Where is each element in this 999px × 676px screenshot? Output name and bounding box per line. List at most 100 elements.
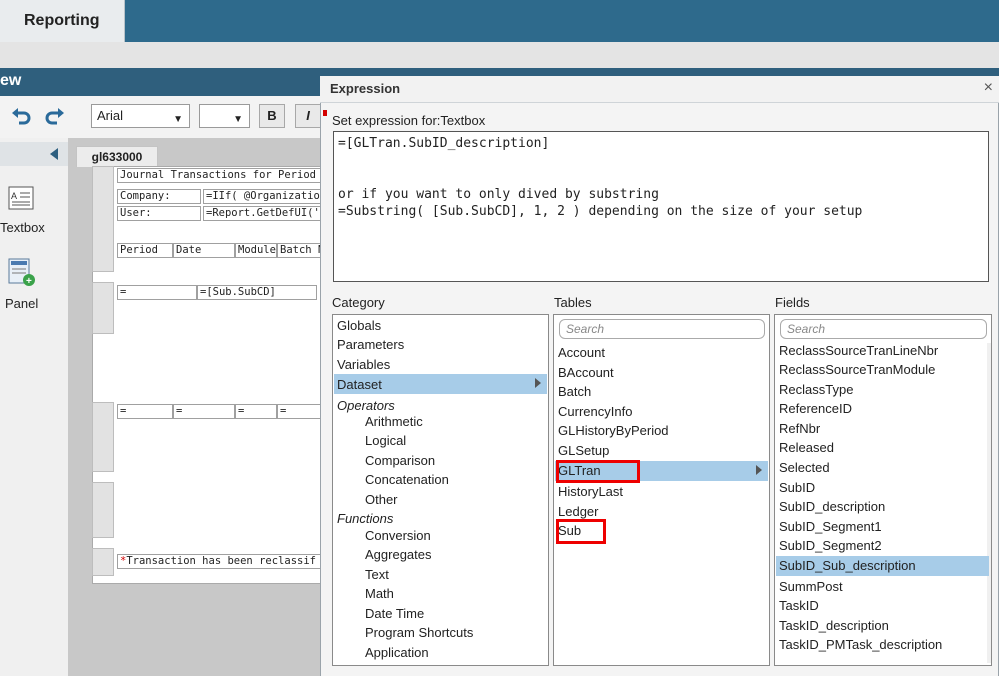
field-item[interactable]: RefNbr	[779, 421, 820, 436]
expression-label: Set expression for:Textbox	[332, 113, 486, 128]
toolbox-panel	[0, 138, 69, 676]
field-item[interactable]: TaskID_PMTask_description	[779, 637, 942, 652]
tables-search-input[interactable]: Search	[559, 319, 765, 339]
category-item-globals[interactable]: Globals	[337, 318, 381, 333]
sub-subcd-cell[interactable]: =[Sub.SubCD]	[197, 285, 317, 300]
column-header-period[interactable]: Period	[117, 243, 173, 258]
category-item-logical[interactable]: Logical	[365, 433, 406, 448]
dialog-title: Expression	[330, 81, 401, 96]
table-item[interactable]: GLSetup	[558, 443, 609, 458]
font-family-select[interactable]: Arial ▼	[91, 104, 190, 128]
tab-report-document[interactable]: gl633000	[76, 146, 158, 167]
category-item-dataset[interactable]: Dataset	[337, 377, 382, 392]
field-item[interactable]: ReclassType	[779, 382, 853, 397]
undo-icon[interactable]	[10, 106, 32, 128]
field-item[interactable]: ReclassSourceTranLineNbr	[779, 343, 938, 358]
category-item-date-time[interactable]: Date Time	[365, 606, 424, 621]
chevron-down-icon: ▼	[233, 114, 243, 125]
field-item[interactable]: Released	[779, 440, 834, 455]
category-item-text[interactable]: Text	[365, 567, 389, 582]
total-cell[interactable]: =	[173, 404, 235, 419]
field-item[interactable]: ReclassSourceTranModule	[779, 362, 935, 377]
report-footer-band[interactable]	[92, 482, 114, 538]
fields-search-input[interactable]: Search	[780, 319, 987, 339]
group-header-band[interactable]	[92, 282, 114, 334]
detail-cell[interactable]: =	[117, 285, 197, 300]
category-item-aggregates[interactable]: Aggregates	[365, 547, 432, 562]
company-label-cell[interactable]: Company:	[117, 189, 201, 204]
chevron-right-icon	[535, 378, 541, 388]
table-item[interactable]: BAccount	[558, 365, 614, 380]
bold-button[interactable]: B	[259, 104, 285, 128]
total-cell[interactable]: =	[117, 404, 173, 419]
field-item[interactable]: TaskID_description	[779, 618, 889, 633]
gltran-highlight-box	[556, 460, 640, 483]
page-header-band[interactable]	[92, 166, 114, 272]
field-item-selected[interactable]: SubID_Sub_description	[779, 558, 916, 573]
reclassified-note-text: Transaction has been reclassif	[126, 555, 316, 567]
field-item[interactable]: SubID_Segment1	[779, 519, 882, 534]
field-item[interactable]: TaskID	[779, 598, 819, 613]
category-label: Category	[332, 295, 385, 310]
category-item-comparison[interactable]: Comparison	[365, 453, 435, 468]
fields-list: Search ReclassSourceTranLineNbr ReclassS…	[774, 314, 992, 666]
table-item[interactable]: Batch	[558, 384, 591, 399]
tool-label: Textbox	[0, 220, 45, 235]
tables-label: Tables	[554, 295, 592, 310]
field-item[interactable]: ReferenceID	[779, 401, 852, 416]
panel-icon: +	[8, 258, 35, 287]
collapse-left-icon	[50, 148, 58, 160]
category-item-variables[interactable]: Variables	[337, 357, 390, 372]
field-item[interactable]: SubID_description	[779, 499, 885, 514]
font-family-value: Arial	[97, 108, 124, 123]
redo-icon[interactable]	[44, 106, 66, 128]
tables-list: Search Account BAccount Batch CurrencyIn…	[553, 314, 770, 666]
column-header-module[interactable]: Module	[235, 243, 277, 258]
svg-text:+: +	[26, 276, 32, 287]
field-item[interactable]: SubID	[779, 480, 815, 495]
user-label-cell[interactable]: User:	[117, 206, 201, 221]
column-header-date[interactable]: Date	[173, 243, 235, 258]
fields-scrollbar[interactable]	[987, 343, 991, 663]
page-footer-band[interactable]	[92, 548, 114, 576]
field-item[interactable]: Selected	[779, 460, 830, 475]
total-cell[interactable]: =	[235, 404, 277, 419]
category-item-program-shortcuts[interactable]: Program Shortcuts	[365, 625, 473, 640]
group-footer-band[interactable]	[92, 402, 114, 472]
fields-label: Fields	[775, 295, 810, 310]
sub-highlight-box	[556, 519, 606, 544]
category-item-conversion[interactable]: Conversion	[365, 528, 431, 543]
chevron-right-icon	[756, 465, 762, 475]
tab-reporting[interactable]: Reporting	[0, 0, 125, 42]
close-icon[interactable]: ×	[984, 79, 993, 97]
svg-text:A: A	[11, 191, 17, 201]
tool-label: Panel	[5, 296, 39, 311]
table-item[interactable]: HistoryLast	[558, 484, 623, 499]
category-item-application[interactable]: Application	[365, 645, 429, 660]
category-group-operators: Operators	[337, 398, 395, 413]
table-item[interactable]: Ledger	[558, 504, 598, 519]
category-item-arithmetic[interactable]: Arithmetic	[365, 414, 423, 429]
reclassified-note-cell[interactable]: *Transaction has been reclassif	[117, 554, 327, 569]
collapse-panel-button[interactable]	[0, 142, 68, 166]
category-item-other[interactable]: Other	[365, 492, 398, 507]
designer-title: ew	[0, 72, 22, 89]
chevron-down-icon: ▼	[173, 114, 183, 125]
field-item[interactable]: SubID_Segment2	[779, 538, 882, 553]
category-item-math[interactable]: Math	[365, 586, 394, 601]
italic-button[interactable]: I	[295, 104, 321, 128]
expression-editor[interactable]: =[GLTran.SubID_description] or if you wa…	[333, 131, 989, 282]
designer-toolbar: Arial ▼ ▼ B I	[0, 96, 330, 139]
category-item-parameters[interactable]: Parameters	[337, 337, 404, 352]
company-value-cell[interactable]: =IIf( @Organizatio	[203, 189, 327, 204]
field-item[interactable]: SummPost	[779, 579, 843, 594]
table-item[interactable]: CurrencyInfo	[558, 404, 632, 419]
font-size-select[interactable]: ▼	[199, 104, 250, 128]
table-item[interactable]: Account	[558, 345, 605, 360]
report-title-cell[interactable]: Journal Transactions for Period	[117, 168, 327, 183]
table-item[interactable]: GLHistoryByPeriod	[558, 423, 669, 438]
category-list: Globals Parameters Variables Dataset Ope…	[332, 314, 549, 666]
category-item-concatenation[interactable]: Concatenation	[365, 472, 449, 487]
dialog-header[interactable]: Expression ×	[320, 76, 999, 103]
user-value-cell[interactable]: =Report.GetDefUI('	[203, 206, 327, 221]
